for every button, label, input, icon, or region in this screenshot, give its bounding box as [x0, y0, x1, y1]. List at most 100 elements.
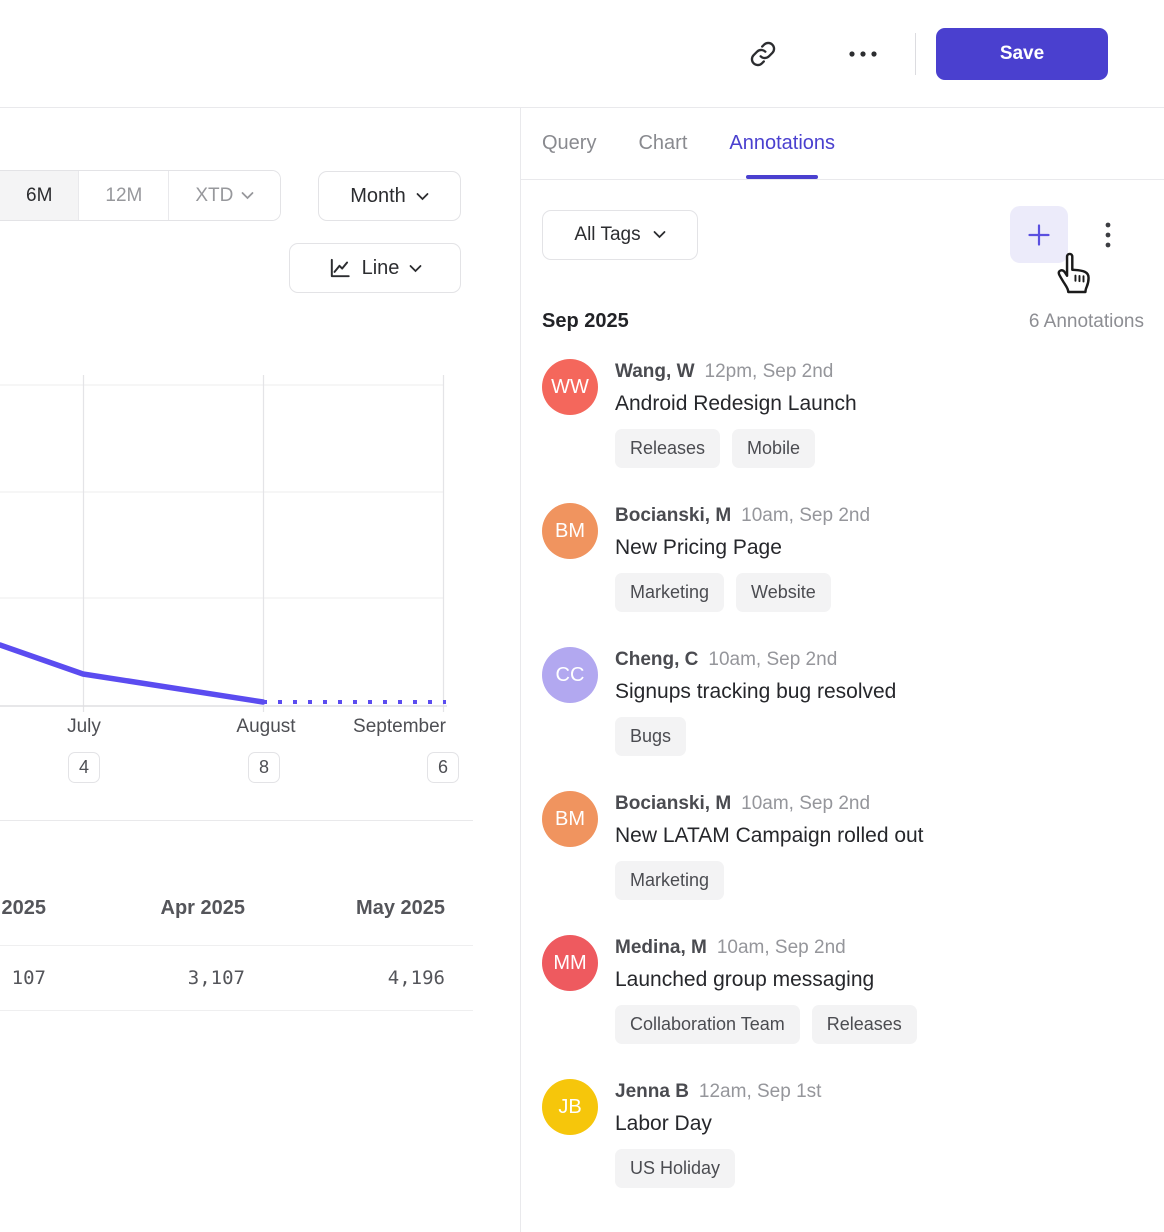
line-chart-icon: [328, 256, 352, 280]
save-button[interactable]: Save: [936, 28, 1108, 80]
tag-pill[interactable]: Marketing: [615, 861, 724, 900]
annotation-title: New Pricing Page: [615, 531, 957, 565]
annotation-meta: Bocianski, M 10am, Sep 2nd: [615, 503, 957, 527]
granularity-dropdown[interactable]: Month: [318, 171, 461, 221]
chart-type-dropdown[interactable]: Line: [289, 243, 461, 293]
annotation-body: Cheng, C 10am, Sep 2nd Signups tracking …: [615, 647, 957, 756]
annotation-title: Labor Day: [615, 1107, 957, 1141]
results-table-value-row: 107 3,107 4,196: [0, 946, 473, 1011]
annotation-body: Wang, W 12pm, Sep 2nd Android Redesign L…: [615, 359, 957, 468]
avatar: CC: [542, 647, 598, 703]
column-header: 2025: [0, 897, 46, 920]
annotation-tags: Collaboration Team Releases: [615, 1005, 957, 1044]
annotation-timestamp: 10am, Sep 2nd: [741, 793, 870, 815]
tag-pill[interactable]: Releases: [812, 1005, 917, 1044]
annotation-body: Bocianski, M 10am, Sep 2nd New Pricing P…: [615, 503, 957, 612]
annotations-count: 6 Annotations: [1029, 311, 1144, 333]
copy-link-button[interactable]: [741, 32, 785, 76]
column-header: Apr 2025: [46, 897, 245, 920]
annotation-tags: Releases Mobile: [615, 429, 957, 468]
tag-pill[interactable]: Releases: [615, 429, 720, 468]
annotation-row[interactable]: WW Wang, W 12pm, Sep 2nd Android Redesig…: [542, 359, 1164, 468]
kebab-icon: [1105, 222, 1111, 248]
table-cell: 107: [0, 967, 46, 989]
annotation-author: Cheng, C: [615, 649, 698, 671]
link-icon: [749, 40, 777, 68]
column-header: May 2025: [245, 897, 445, 920]
tag-pill[interactable]: Mobile: [732, 429, 815, 468]
avatar: BM: [542, 791, 598, 847]
annotation-body: Medina, M 10am, Sep 2nd Launched group m…: [615, 935, 957, 1044]
tag-pill[interactable]: Collaboration Team: [615, 1005, 800, 1044]
toolbar-divider: [915, 33, 916, 75]
annotation-author: Medina, M: [615, 937, 707, 959]
tag-filter-label: All Tags: [574, 224, 640, 246]
chevron-down-icon: [409, 264, 422, 273]
main-content: 6M 12M XTD Month Line: [0, 108, 1164, 1232]
ellipsis-icon: [848, 50, 878, 58]
annotations-menu-button[interactable]: [1096, 215, 1120, 255]
add-annotation-button[interactable]: [1010, 206, 1068, 263]
avatar: JB: [542, 1079, 598, 1135]
annotation-count-badge-september[interactable]: 6: [427, 752, 459, 783]
section-title: Sep 2025: [542, 310, 629, 333]
annotation-author: Bocianski, M: [615, 505, 731, 527]
tab-query[interactable]: Query: [542, 108, 596, 179]
panel-tabs: Query Chart Annotations: [521, 108, 1164, 180]
annotation-meta: Cheng, C 10am, Sep 2nd: [615, 647, 957, 671]
annotation-row[interactable]: BM Bocianski, M 10am, Sep 2nd New LATAM …: [542, 791, 1164, 900]
results-table-header-row: 2025 Apr 2025 May 2025: [0, 821, 473, 946]
range-xtd-label: XTD: [195, 185, 233, 207]
tag-pill[interactable]: Bugs: [615, 717, 686, 756]
trend-chart: [0, 372, 521, 717]
trend-line-solid: [0, 645, 263, 702]
annotation-tags: Marketing Website: [615, 573, 957, 612]
month-section-header: Sep 2025 6 Annotations: [521, 310, 1164, 333]
avatar: BM: [542, 503, 598, 559]
annotation-body: Bocianski, M 10am, Sep 2nd New LATAM Cam…: [615, 791, 957, 900]
annotation-tags: Marketing: [615, 861, 957, 900]
tag-pill[interactable]: Marketing: [615, 573, 724, 612]
annotation-author: Wang, W: [615, 361, 695, 383]
range-xtd-button[interactable]: XTD: [169, 171, 280, 220]
granularity-label: Month: [350, 185, 406, 208]
annotation-timestamp: 10am, Sep 2nd: [717, 937, 846, 959]
range-6m-button[interactable]: 6M: [0, 171, 79, 220]
annotation-row[interactable]: JB Jenna B 12am, Sep 1st Labor Day US Ho…: [542, 1079, 1164, 1188]
annotation-body: Jenna B 12am, Sep 1st Labor Day US Holid…: [615, 1079, 957, 1188]
x-axis-label-july: July: [44, 716, 124, 738]
annotation-count-badge-july[interactable]: 4: [68, 752, 100, 783]
chart-panel: 6M 12M XTD Month Line: [0, 108, 521, 1232]
annotation-tags: Bugs: [615, 717, 957, 756]
more-options-button[interactable]: [841, 32, 885, 76]
annotation-row[interactable]: BM Bocianski, M 10am, Sep 2nd New Pricin…: [542, 503, 1164, 612]
range-12m-button[interactable]: 12M: [79, 171, 169, 220]
annotation-timestamp: 10am, Sep 2nd: [741, 505, 870, 527]
annotation-timestamp: 12am, Sep 1st: [699, 1081, 822, 1103]
annotation-row[interactable]: CC Cheng, C 10am, Sep 2nd Signups tracki…: [542, 647, 1164, 756]
annotation-timestamp: 10am, Sep 2nd: [708, 649, 837, 671]
tag-pill[interactable]: Website: [736, 573, 831, 612]
tag-filter-dropdown[interactable]: All Tags: [542, 210, 698, 260]
results-table: 2025 Apr 2025 May 2025 107 3,107 4,196: [0, 820, 473, 1011]
x-axis-label-september: September: [336, 716, 446, 738]
top-bar: Save: [0, 0, 1164, 108]
annotation-meta: Wang, W 12pm, Sep 2nd: [615, 359, 957, 383]
tab-chart[interactable]: Chart: [638, 108, 687, 179]
annotation-meta: Jenna B 12am, Sep 1st: [615, 1079, 957, 1103]
avatar: MM: [542, 935, 598, 991]
table-cell: 3,107: [46, 967, 245, 989]
annotation-title: Signups tracking bug resolved: [615, 675, 957, 709]
annotations-list: WW Wang, W 12pm, Sep 2nd Android Redesig…: [521, 359, 1164, 1223]
tab-annotations[interactable]: Annotations: [729, 108, 835, 179]
chevron-down-icon: [241, 191, 254, 200]
annotation-author: Bocianski, M: [615, 793, 731, 815]
annotations-panel: Query Chart Annotations All Tags Sep 202…: [521, 108, 1164, 1232]
time-range-group: 6M 12M XTD: [0, 170, 281, 221]
annotation-count-badge-august[interactable]: 8: [248, 752, 280, 783]
annotation-title: Android Redesign Launch: [615, 387, 957, 421]
annotation-row[interactable]: MM Medina, M 10am, Sep 2nd Launched grou…: [542, 935, 1164, 1044]
tag-pill[interactable]: US Holiday: [615, 1149, 735, 1188]
chart-type-label: Line: [362, 257, 400, 280]
annotation-tags: US Holiday: [615, 1149, 957, 1188]
